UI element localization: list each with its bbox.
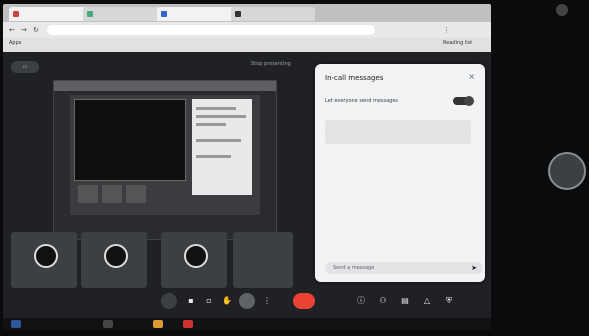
- send-message-input[interactable]: Send a message ➤: [325, 262, 483, 274]
- avatar: [548, 152, 586, 190]
- address-bar[interactable]: [47, 25, 375, 35]
- browser-tab-bar: [3, 4, 491, 22]
- present-icon[interactable]: [239, 293, 255, 309]
- tab-favicon-icon: [235, 11, 241, 17]
- in-call-messages-panel: In-call messages × Let everyone send mes…: [315, 64, 485, 282]
- photo-frame: ← → ↻ ⋮ Apps Reading list ▭ Stop present…: [0, 0, 589, 336]
- more-options-icon[interactable]: ⋮: [259, 293, 275, 309]
- taskbar: [3, 318, 491, 330]
- camera-lens-icon: [556, 4, 568, 16]
- bookmarks-bar: Apps Reading list: [3, 38, 491, 53]
- chat-icon[interactable]: ▤: [397, 293, 413, 309]
- back-icon[interactable]: ←: [9, 26, 15, 34]
- avatar: [104, 244, 128, 268]
- shared-screen: [53, 80, 277, 240]
- tab-favicon-icon: [13, 11, 19, 17]
- bookmark-item[interactable]: Reading list: [443, 40, 472, 46]
- extensions-icon[interactable]: ⋮: [443, 26, 450, 34]
- browser-tab[interactable]: [157, 7, 241, 21]
- avatar: [184, 244, 208, 268]
- mic-button[interactable]: [161, 293, 177, 309]
- participant-tile[interactable]: [233, 232, 293, 288]
- browser-tab[interactable]: [231, 7, 315, 21]
- browser-tab[interactable]: [9, 7, 93, 21]
- avatar: [34, 244, 58, 268]
- mini-line: [196, 155, 231, 158]
- info-box: [325, 120, 471, 144]
- meet-window: ▭ Stop presenting ▪ ▫ ✋ ⋮ ⓘ ⚇ ▤ △ ⛨ In-c…: [3, 52, 491, 330]
- panel-title: In-call messages: [325, 74, 384, 82]
- taskbar-app-icon[interactable]: [153, 320, 163, 328]
- presenting-bar: ▭ Stop presenting: [11, 60, 301, 74]
- camera-icon[interactable]: ▪: [183, 293, 199, 309]
- forward-icon[interactable]: →: [21, 26, 27, 34]
- activities-icon[interactable]: △: [419, 293, 435, 309]
- tab-favicon-icon: [161, 11, 167, 17]
- meet-controls: ▪ ▫ ✋ ⋮ ⓘ ⚇ ▤ △ ⛨: [3, 288, 491, 318]
- address-row: ← → ↻ ⋮: [3, 22, 491, 38]
- mini-line: [196, 123, 226, 126]
- messages-toggle[interactable]: [453, 96, 474, 106]
- mini-screen: [74, 99, 186, 181]
- hand-icon[interactable]: ✋: [219, 293, 235, 309]
- taskbar-app-icon[interactable]: [103, 320, 113, 328]
- host-controls-icon[interactable]: ⛨: [441, 293, 457, 309]
- participant-tile[interactable]: [81, 232, 147, 288]
- mini-line: [196, 115, 246, 118]
- shared-meet-view: [70, 95, 260, 215]
- captions-icon[interactable]: ▫: [201, 293, 217, 309]
- participant-tile[interactable]: [161, 232, 227, 288]
- end-call-button[interactable]: [293, 293, 315, 309]
- reload-icon[interactable]: ↻: [33, 26, 39, 34]
- send-placeholder: Send a message: [333, 265, 375, 271]
- tab-favicon-icon: [87, 11, 93, 17]
- people-icon[interactable]: ⚇: [375, 293, 391, 309]
- toggle-label: Let everyone send messages: [325, 98, 399, 104]
- mini-tile: [78, 185, 98, 203]
- mini-line: [196, 107, 236, 110]
- browser-tab[interactable]: [83, 7, 167, 21]
- close-icon[interactable]: ×: [468, 72, 475, 81]
- start-icon[interactable]: [11, 320, 21, 328]
- shared-browser-bar: [54, 81, 276, 91]
- send-icon[interactable]: ➤: [471, 262, 477, 274]
- stop-presenting-button[interactable]: Stop presenting: [251, 61, 291, 67]
- bookmark-item[interactable]: Apps: [9, 40, 21, 46]
- mini-chat-panel: [192, 99, 252, 195]
- mini-tile: [126, 185, 146, 203]
- taskbar-app-icon[interactable]: [183, 320, 193, 328]
- info-icon[interactable]: ⓘ: [353, 293, 369, 309]
- participant-tile[interactable]: [11, 232, 77, 288]
- present-button[interactable]: ▭: [11, 61, 39, 73]
- mini-line: [196, 139, 241, 142]
- mini-tile: [102, 185, 122, 203]
- monitor-screen: ← → ↻ ⋮ Apps Reading list ▭ Stop present…: [3, 4, 491, 330]
- participant-tiles: [11, 232, 301, 288]
